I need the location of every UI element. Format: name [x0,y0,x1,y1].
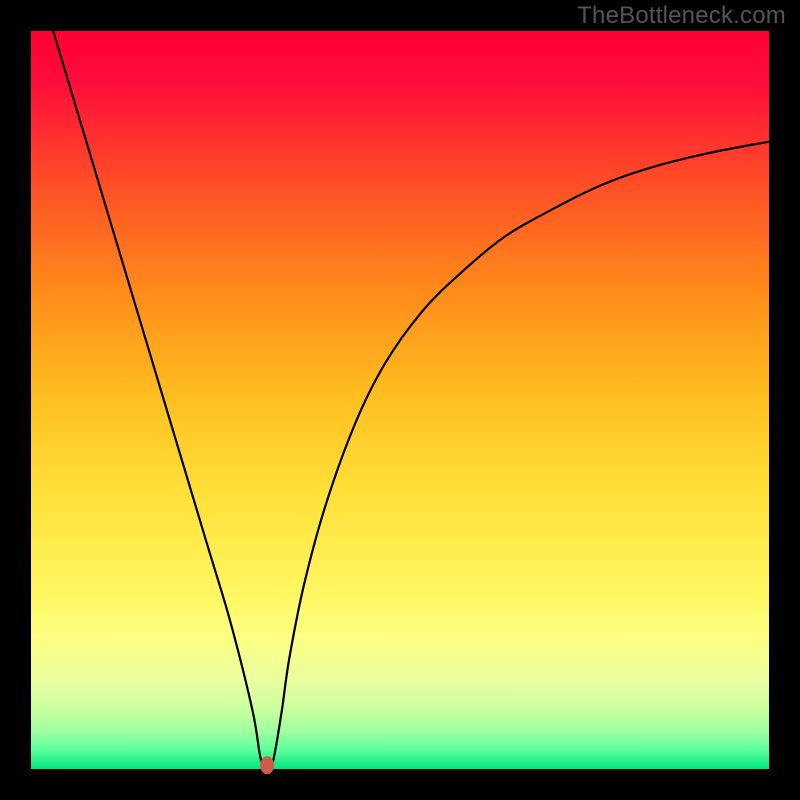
minimum-marker [260,756,274,774]
plot-background [31,31,769,769]
chart-frame: TheBottleneck.com [0,0,800,800]
bottleneck-chart [0,0,800,800]
